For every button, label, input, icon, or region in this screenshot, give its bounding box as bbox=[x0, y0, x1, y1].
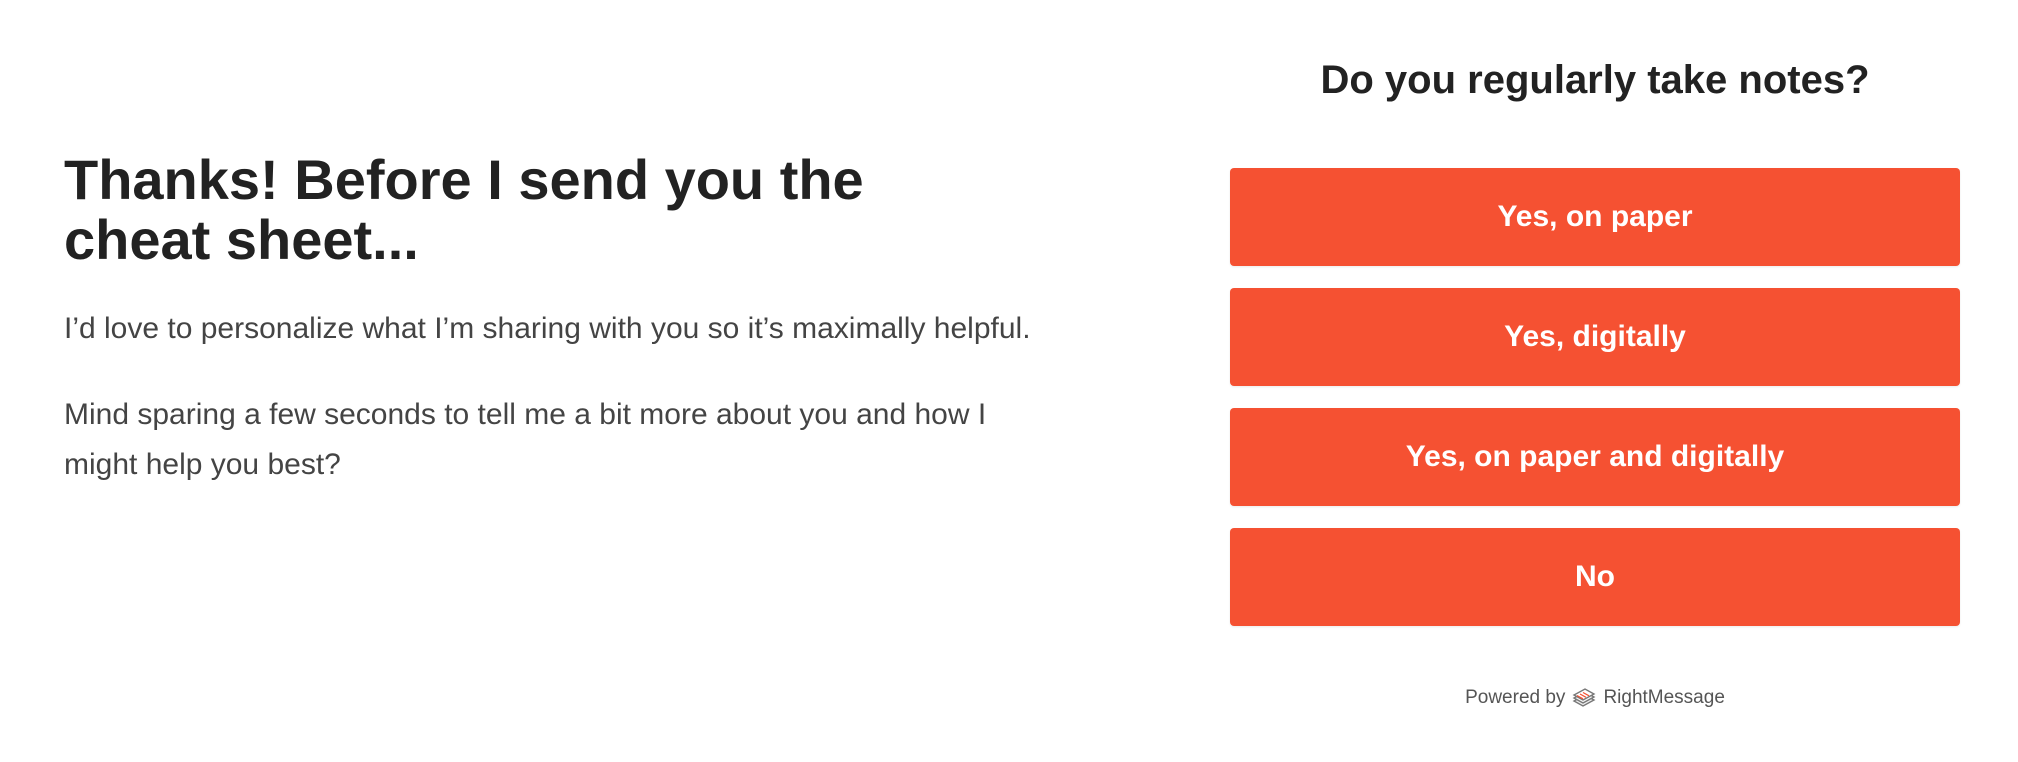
intro-panel: Thanks! Before I send you the cheat shee… bbox=[64, 150, 1064, 490]
powered-by-footer: Powered by RightMessage bbox=[1230, 686, 1960, 710]
answer-button-no[interactable]: No bbox=[1230, 528, 1960, 626]
powered-by-label: Powered by bbox=[1465, 687, 1566, 708]
answer-button-digitally[interactable]: Yes, digitally bbox=[1230, 288, 1960, 386]
intro-paragraph: I’d love to personalize what I’m sharing… bbox=[64, 312, 1031, 345]
page-title: Thanks! Before I send you the cheat shee… bbox=[64, 148, 864, 271]
survey-question: Do you regularly take notes? bbox=[1320, 58, 1870, 102]
stacked-pages-logo-icon bbox=[1571, 686, 1597, 710]
intro-paragraph-request: Mind sparing a few seconds to tell me a … bbox=[64, 398, 987, 481]
answer-button-paper[interactable]: Yes, on paper bbox=[1230, 168, 1960, 266]
answer-button-paper-and-digitally[interactable]: Yes, on paper and digitally bbox=[1230, 408, 1960, 506]
rightmessage-link[interactable]: RightMessage bbox=[1603, 687, 1724, 709]
answer-list: Yes, on paper Yes, digitally Yes, on pap… bbox=[1230, 168, 1960, 648]
